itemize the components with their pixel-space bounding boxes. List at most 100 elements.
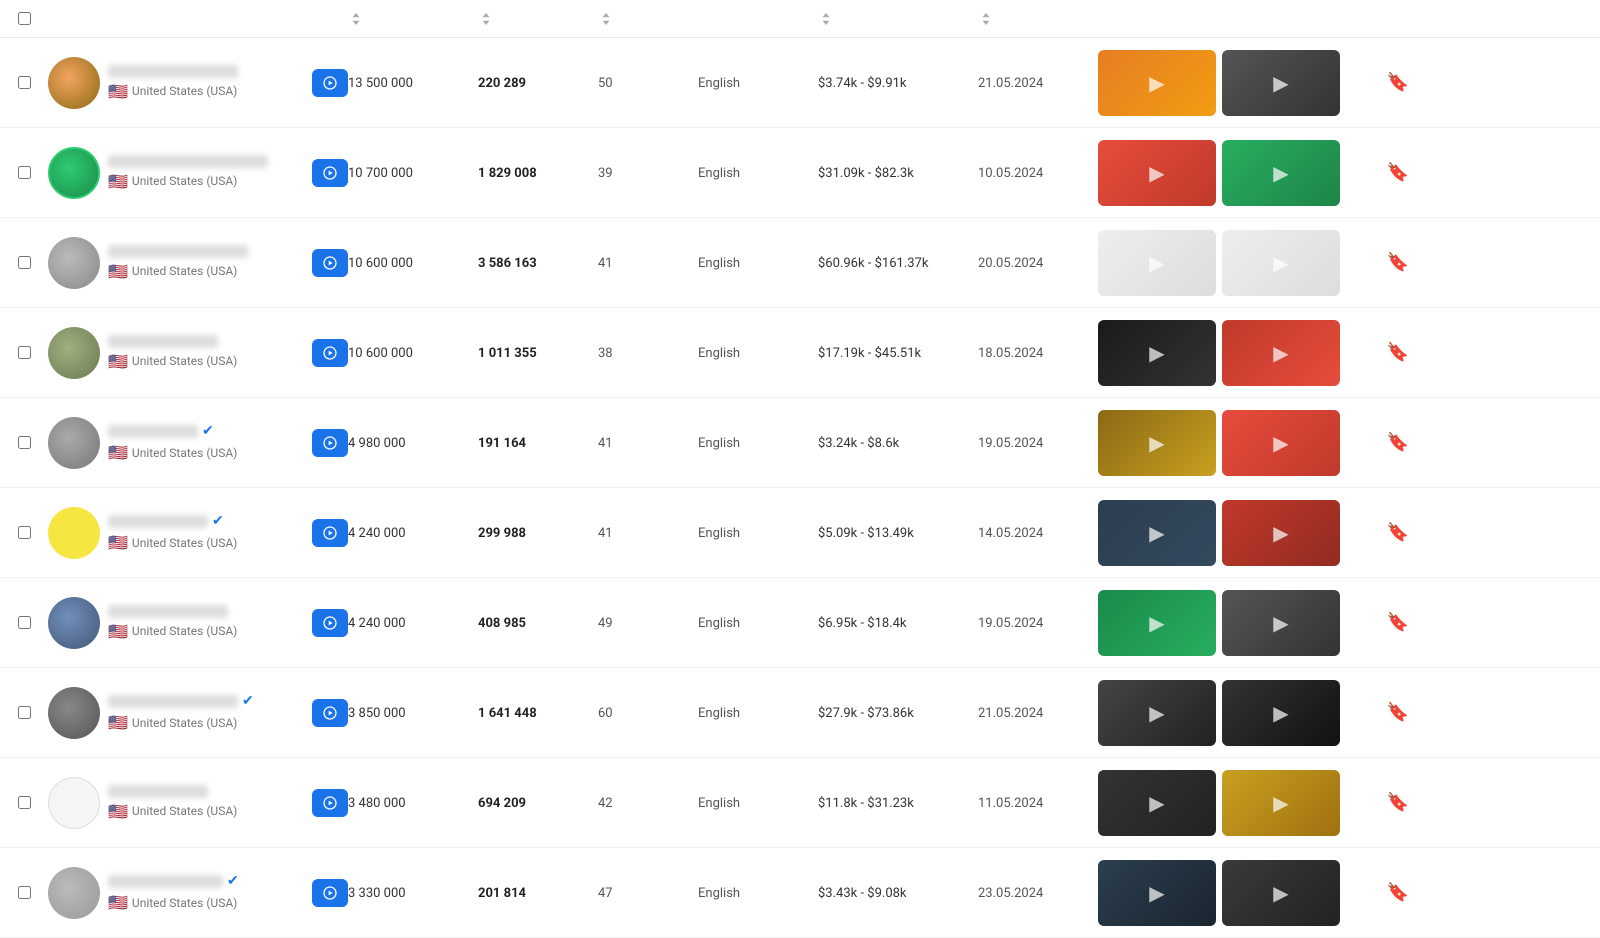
channel-name-row: ✔ xyxy=(108,873,304,889)
quality-value: 49 xyxy=(598,616,613,631)
price-cell: $60.96k - $161.37k xyxy=(818,255,978,271)
youtube-button[interactable] xyxy=(312,339,348,367)
youtube-button[interactable] xyxy=(312,429,348,457)
video-thumb-1-inner: ▶ xyxy=(1098,410,1216,476)
country-name: United States (USA) xyxy=(132,896,237,910)
price-sort[interactable] xyxy=(818,13,832,25)
bookmark-icon[interactable]: 🔖 xyxy=(1387,792,1409,813)
views-cell: 1 641 448 xyxy=(478,705,598,721)
row-checkbox[interactable] xyxy=(18,436,31,449)
subscribers-cell: 4 980 000 xyxy=(348,435,478,451)
views-value: 3 586 163 xyxy=(478,256,537,271)
lastvideo-sort[interactable] xyxy=(978,13,992,25)
row-checkbox[interactable] xyxy=(18,616,31,629)
last-video-date: 10.05.2024 xyxy=(978,166,1043,181)
row-checkbox[interactable] xyxy=(18,886,31,899)
header-views[interactable] xyxy=(478,13,598,25)
youtube-button[interactable] xyxy=(312,69,348,97)
last-video-date: 20.05.2024 xyxy=(978,256,1043,271)
quality-value: 39 xyxy=(598,166,613,181)
row-checkbox[interactable] xyxy=(18,256,31,269)
avatar-image xyxy=(49,778,99,828)
price-cell: $3.74k - $9.91k xyxy=(818,75,978,91)
row-checkbox[interactable] xyxy=(18,346,31,359)
views-value: 1 829 008 xyxy=(478,166,537,181)
channel-name-row xyxy=(108,245,304,258)
video-thumb-1[interactable]: ▶ xyxy=(1098,230,1216,296)
avatar-image xyxy=(48,327,100,379)
youtube-button[interactable] xyxy=(312,159,348,187)
views-cell: 201 814 xyxy=(478,885,598,901)
video-thumb-2[interactable]: ▶ xyxy=(1222,860,1340,926)
channel-cell: ✔ 🇺🇸 United States (USA) xyxy=(48,867,348,919)
row-checkbox[interactable] xyxy=(18,166,31,179)
row-checkbox[interactable] xyxy=(18,76,31,89)
youtube-button[interactable] xyxy=(312,789,348,817)
video-thumb-2[interactable]: ▶ xyxy=(1222,500,1340,566)
header-quality[interactable] xyxy=(598,13,698,25)
bookmark-icon[interactable]: 🔖 xyxy=(1387,72,1409,93)
bookmark-icon[interactable]: 🔖 xyxy=(1387,432,1409,453)
bookmark-icon[interactable]: 🔖 xyxy=(1387,252,1409,273)
last-video-date: 18.05.2024 xyxy=(978,346,1043,361)
row-checkbox[interactable] xyxy=(18,526,31,539)
channel-info: ✔ 🇺🇸 United States (USA) xyxy=(108,423,304,462)
sort-icon xyxy=(820,13,832,25)
video-thumb-2[interactable]: ▶ xyxy=(1222,50,1340,116)
views-value: 1 641 448 xyxy=(478,706,537,721)
country-flag: 🇺🇸 xyxy=(108,713,128,732)
video-thumb-1[interactable]: ▶ xyxy=(1098,680,1216,746)
video-thumb-2[interactable]: ▶ xyxy=(1222,320,1340,386)
video-thumb-1[interactable]: ▶ xyxy=(1098,140,1216,206)
bookmark-cell: 🔖 xyxy=(1378,432,1418,453)
bookmark-icon[interactable]: 🔖 xyxy=(1387,882,1409,903)
country-flag: 🇺🇸 xyxy=(108,262,128,281)
video-thumb-2[interactable]: ▶ xyxy=(1222,770,1340,836)
youtube-button[interactable] xyxy=(312,699,348,727)
row-checkbox[interactable] xyxy=(18,706,31,719)
quality-sort[interactable] xyxy=(598,13,612,25)
channel-name-blur xyxy=(108,695,238,708)
youtube-button[interactable] xyxy=(312,879,348,907)
youtube-button[interactable] xyxy=(312,249,348,277)
video-thumb-2[interactable]: ▶ xyxy=(1222,230,1340,296)
video-thumb-1[interactable]: ▶ xyxy=(1098,770,1216,836)
video-thumb-1[interactable]: ▶ xyxy=(1098,500,1216,566)
video-thumb-1[interactable]: ▶ xyxy=(1098,50,1216,116)
channel-info: 🇺🇸 United States (USA) xyxy=(108,785,304,821)
select-all-checkbox[interactable] xyxy=(18,12,31,25)
youtube-button[interactable] xyxy=(312,609,348,637)
header-subscribers[interactable] xyxy=(348,13,478,25)
bookmark-icon[interactable]: 🔖 xyxy=(1387,702,1409,723)
bookmark-icon[interactable]: 🔖 xyxy=(1387,162,1409,183)
header-last-video[interactable] xyxy=(978,13,1098,25)
video-thumb-1[interactable]: ▶ xyxy=(1098,320,1216,386)
video-thumb-2[interactable]: ▶ xyxy=(1222,590,1340,656)
bookmark-cell: 🔖 xyxy=(1378,792,1418,813)
last-video-cell: 19.05.2024 xyxy=(978,615,1098,631)
header-price[interactable] xyxy=(818,13,978,25)
country-flag: 🇺🇸 xyxy=(108,893,128,912)
subscribers-cell: 10 600 000 xyxy=(348,255,478,271)
bookmark-icon[interactable]: 🔖 xyxy=(1387,342,1409,363)
avatar xyxy=(48,777,100,829)
bookmark-icon[interactable]: 🔖 xyxy=(1387,612,1409,633)
video-thumb-1[interactable]: ▶ xyxy=(1098,860,1216,926)
youtube-icon xyxy=(322,705,338,721)
video-thumb-1[interactable]: ▶ xyxy=(1098,590,1216,656)
video-thumb-2[interactable]: ▶ xyxy=(1222,410,1340,476)
last-video-cell: 21.05.2024 xyxy=(978,705,1098,721)
video-thumb-2[interactable]: ▶ xyxy=(1222,680,1340,746)
views-sort[interactable] xyxy=(478,13,492,25)
video-thumb-2[interactable]: ▶ xyxy=(1222,140,1340,206)
bookmark-icon[interactable]: 🔖 xyxy=(1387,522,1409,543)
video-thumb-1[interactable]: ▶ xyxy=(1098,410,1216,476)
quality-value: 41 xyxy=(598,256,613,271)
bookmark-cell: 🔖 xyxy=(1378,342,1418,363)
subscribers-sort[interactable] xyxy=(348,13,362,25)
youtube-button[interactable] xyxy=(312,519,348,547)
subscribers-cell: 4 240 000 xyxy=(348,525,478,541)
row-checkbox[interactable] xyxy=(18,796,31,809)
subscribers-cell: 10 700 000 xyxy=(348,165,478,181)
broadcast-value: English xyxy=(698,526,740,541)
